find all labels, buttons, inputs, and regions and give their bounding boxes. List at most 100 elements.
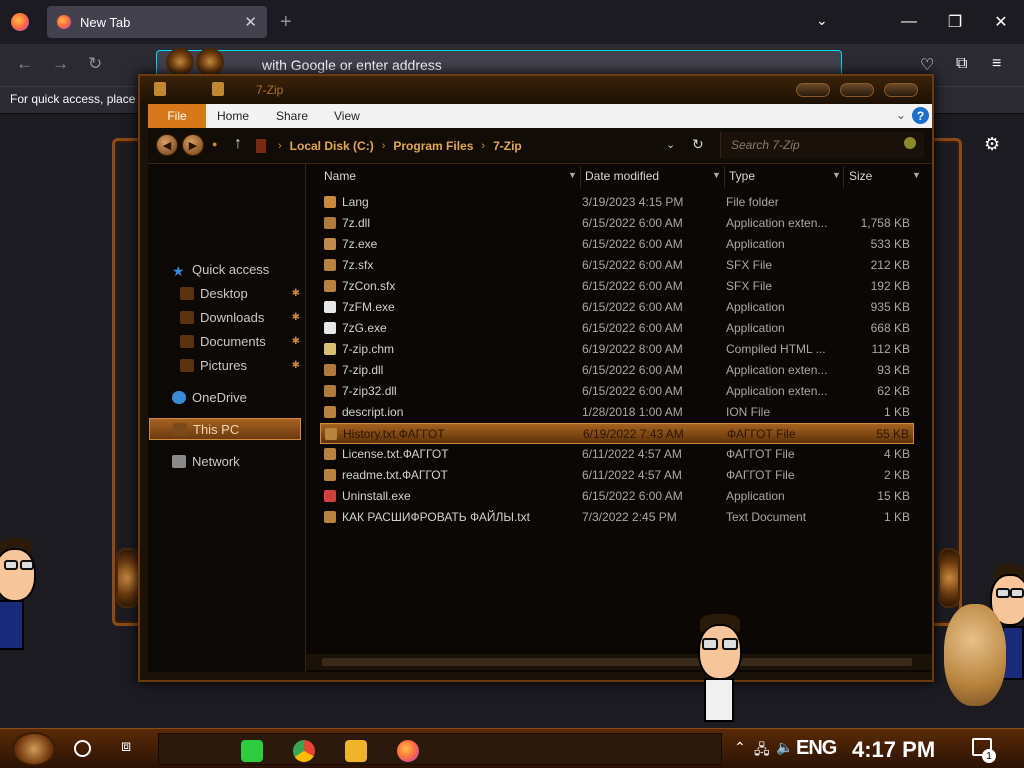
column-divider[interactable] <box>580 166 581 188</box>
file-row[interactable]: 7zG.exe 6/15/2022 6:00 AM Application 668 K… <box>320 318 914 339</box>
pin-icon: ✱ <box>291 311 300 323</box>
file-size: 668 KB <box>870 321 910 335</box>
tab-share[interactable]: Share <box>276 109 308 123</box>
show-hidden-icons-icon[interactable]: ⌃ <box>734 739 746 756</box>
file-row[interactable]: Uninstall.exe 6/15/2022 6:00 AM Applicatio… <box>320 486 914 507</box>
pocket-icon[interactable]: ♡ <box>920 55 934 75</box>
column-header-size[interactable]: Size <box>849 169 872 183</box>
clock[interactable]: 4:17 PM <box>852 737 935 763</box>
tab-home[interactable]: Home <box>217 109 249 123</box>
file-row[interactable]: 7z.dll 6/15/2022 6:00 AM Application exten… <box>320 213 914 234</box>
file-date: 6/15/2022 6:00 AM <box>582 279 683 293</box>
start-button[interactable] <box>12 732 56 766</box>
close-window-icon[interactable]: ✕ <box>978 0 1024 44</box>
extensions-icon[interactable]: ⧉ <box>956 55 967 73</box>
firefox-favicon-icon <box>57 15 71 29</box>
column-divider[interactable] <box>724 166 725 188</box>
help-icon[interactable]: ? <box>912 107 929 124</box>
file-row[interactable]: License.txt.ФАГГОТ 6/11/2022 4:57 AM ФАГГО… <box>320 444 914 465</box>
menu-icon[interactable]: ≡ <box>992 55 1001 73</box>
file-type: Application exten... <box>726 216 828 230</box>
file-row[interactable]: 7zFM.exe 6/15/2022 6:00 AM Application 935 … <box>320 297 914 318</box>
file-date: 6/15/2022 6:00 AM <box>582 363 683 377</box>
properties-icon[interactable] <box>154 82 166 96</box>
file-row[interactable]: 7zCon.sfx 6/15/2022 6:00 AM SFX File 192 KB <box>320 276 914 297</box>
tab-view[interactable]: View <box>334 109 360 123</box>
column-divider[interactable] <box>843 166 844 188</box>
file-row[interactable]: 7z.sfx 6/15/2022 6:00 AM SFX File 212 KB <box>320 255 914 276</box>
uninstall-file-icon <box>324 490 336 502</box>
scrollbar-thumb[interactable] <box>322 658 912 666</box>
file-explorer-icon[interactable] <box>345 740 367 762</box>
recent-locations-icon[interactable]: ● <box>212 139 217 149</box>
chevron-down-icon[interactable]: ▼ <box>568 170 577 180</box>
close-button[interactable] <box>884 83 918 97</box>
file-row[interactable]: Lang 3/19/2023 4:15 PM File folder <box>320 192 914 213</box>
sidebar-item-network[interactable]: Network <box>148 450 306 472</box>
settings-gear-icon[interactable]: ⚙ <box>984 134 1000 155</box>
chevron-down-icon[interactable]: ▼ <box>832 170 841 180</box>
file-row[interactable]: 7z.exe 6/15/2022 6:00 AM Application 533 KB <box>320 234 914 255</box>
chrome-icon[interactable] <box>293 740 315 762</box>
file-row[interactable]: descript.ion 1/28/2018 1:00 AM ION File 1 K… <box>320 402 914 423</box>
new-folder-icon[interactable] <box>212 82 224 96</box>
firefox-view-button[interactable] <box>0 0 40 44</box>
breadcrumb-7zip[interactable]: 7-Zip <box>493 139 522 153</box>
search-icon[interactable] <box>904 137 916 149</box>
sidebar-item-desktop[interactable]: Desktop ✱ <box>148 282 306 304</box>
expand-ribbon-icon[interactable]: ⌄ <box>896 108 906 122</box>
restore-icon[interactable]: ❐ <box>932 0 978 44</box>
column-header-name[interactable]: Name <box>324 169 356 183</box>
column-header-type[interactable]: Type <box>729 169 755 183</box>
file-row[interactable]: 7-zip.dll 6/15/2022 6:00 AM Application ex… <box>320 360 914 381</box>
chevron-down-icon[interactable]: ▼ <box>712 170 721 180</box>
star-icon: ★ <box>172 262 185 279</box>
language-indicator[interactable]: ENG <box>796 737 837 760</box>
sidebar-item-onedrive[interactable]: OneDrive <box>148 386 306 408</box>
documents-icon <box>180 334 194 348</box>
forward-button[interactable]: ▶ <box>182 134 204 156</box>
sidebar-item-quick-access[interactable]: ★ Quick access <box>148 258 306 280</box>
breadcrumb-program-files[interactable]: Program Files <box>393 139 473 153</box>
notification-badge: 1 <box>982 749 996 763</box>
firefox-icon[interactable] <box>397 740 419 762</box>
volume-icon[interactable]: 🔈 <box>776 739 793 756</box>
refresh-icon[interactable]: ↻ <box>692 136 704 153</box>
sidebar-item-pictures[interactable]: Pictures ✱ <box>148 354 306 376</box>
minimize-button[interactable] <box>796 83 830 97</box>
search-input[interactable]: Search 7-Zip <box>720 132 924 158</box>
tab-list-chevron-icon[interactable]: ⌄ <box>816 12 828 29</box>
file-row[interactable]: КАК РАСШИФРОВАТЬ ФАЙЛЫ.txt 7/3/2022 2:45 … <box>320 507 914 528</box>
new-tab-plus-icon[interactable]: + <box>280 10 292 34</box>
minimize-icon[interactable]: — <box>886 0 932 44</box>
tab-new-tab[interactable]: New Tab ✕ <box>47 6 267 38</box>
sidebar-item-downloads[interactable]: Downloads ✱ <box>148 306 306 328</box>
breadcrumb-local-disk[interactable]: Local Disk (C:) <box>290 139 374 153</box>
reload-icon[interactable]: ↻ <box>88 54 102 74</box>
close-tab-icon[interactable]: ✕ <box>244 13 257 31</box>
network-tray-icon[interactable]: 🖧 <box>754 739 770 763</box>
column-header-date[interactable]: Date modified <box>585 169 659 183</box>
up-arrow-icon[interactable]: ↑ <box>234 135 242 153</box>
horizontal-scrollbar[interactable] <box>306 654 932 670</box>
file-row[interactable]: 7-zip32.dll 6/15/2022 6:00 AM Application … <box>320 381 914 402</box>
address-row: ◀ ▶ ● ↑ › Local Disk (C:) › Program File… <box>148 128 932 164</box>
back-button[interactable]: ◀ <box>156 134 178 156</box>
sidebar-item-documents[interactable]: Documents ✱ <box>148 330 306 352</box>
file-row[interactable]: 7-zip.chm 6/19/2022 8:00 AM Compiled HTML … <box>320 339 914 360</box>
forward-arrow-icon[interactable]: → <box>52 54 69 74</box>
file-row[interactable]: History.txt.ФАГГОТ 6/19/2022 7:43 AM ФАГГО… <box>320 423 914 444</box>
task-view-icon[interactable]: ⧈ <box>121 738 131 756</box>
breadcrumb[interactable]: › Local Disk (C:) › Program Files › 7-Zi… <box>256 130 706 162</box>
tab-file[interactable]: File <box>148 104 206 128</box>
sidebar-item-this-pc[interactable]: This PC <box>149 418 301 440</box>
notes-app-icon[interactable] <box>241 740 263 762</box>
maximize-button[interactable] <box>840 83 874 97</box>
address-dropdown-icon[interactable]: ⌄ <box>666 138 675 151</box>
search-circle-icon[interactable] <box>74 740 91 757</box>
back-arrow-icon[interactable]: ← <box>16 54 33 74</box>
chevron-down-icon[interactable]: ▼ <box>912 170 921 180</box>
file-row[interactable]: readme.txt.ФАГГОТ 6/11/2022 4:57 AM ФАГГОТ… <box>320 465 914 486</box>
file-file-icon <box>324 259 336 271</box>
pictures-icon <box>180 358 194 372</box>
